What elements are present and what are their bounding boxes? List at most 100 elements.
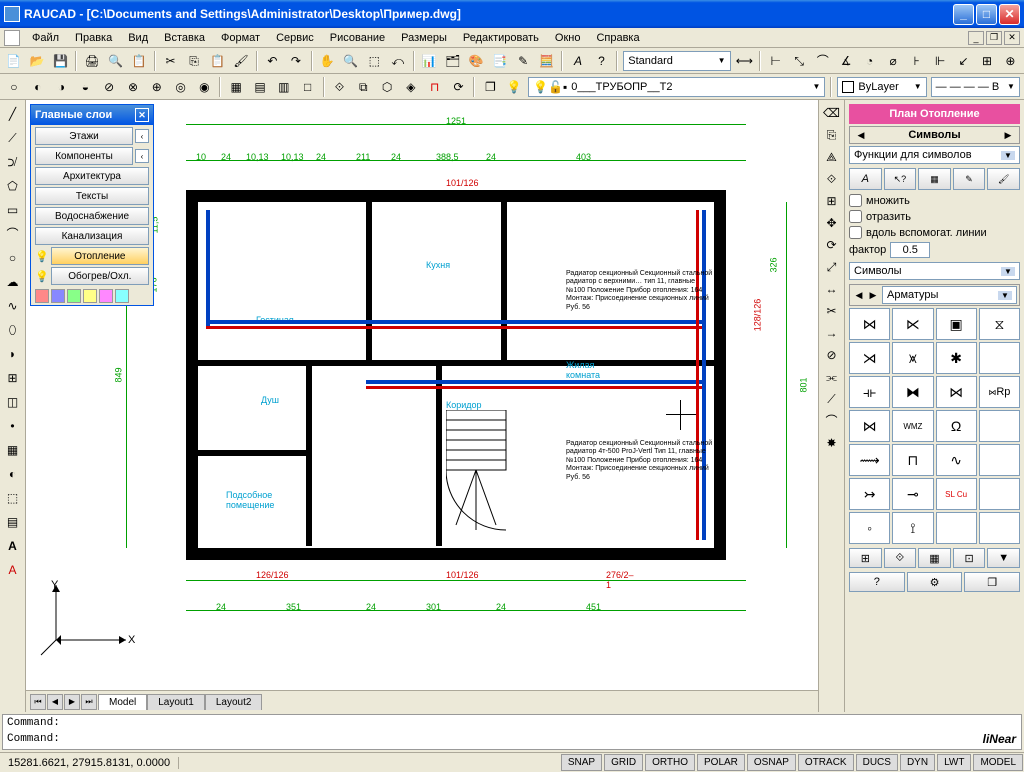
menu-window[interactable]: Окно [547, 30, 589, 46]
move-icon[interactable]: ✥ [821, 212, 843, 234]
xline-icon[interactable]: ⟋ [2, 127, 24, 149]
layer-floors-toggle[interactable]: ‹ [135, 129, 149, 143]
dim-leader-icon[interactable]: ↙ [953, 50, 974, 72]
functions-dropdown[interactable]: Функции для символов▼ [849, 146, 1020, 164]
mdi-close-button[interactable]: ✕ [1004, 31, 1020, 45]
layers-palette-close-icon[interactable]: ✕ [135, 108, 149, 122]
tab-layout2[interactable]: Layout2 [205, 694, 263, 710]
offset-icon[interactable]: ⟐ [821, 168, 843, 190]
symbol-valve-9[interactable]: ⟛ [849, 376, 890, 408]
dim-arc-icon[interactable]: ⌒ [812, 50, 833, 72]
draw-6-icon[interactable]: ⊗ [122, 76, 144, 98]
zoom-rt-icon[interactable]: 🔍 [340, 50, 361, 72]
rectangle-icon[interactable]: ▭ [2, 199, 24, 221]
calc-icon[interactable]: 🧮 [536, 50, 557, 72]
func-btn-cursor[interactable]: ↖? [884, 168, 917, 190]
copy2-icon[interactable]: ⎘ [821, 124, 843, 146]
menu-modify[interactable]: Редактировать [455, 30, 547, 46]
rotate-icon[interactable]: ⟳ [821, 234, 843, 256]
ellipse-arc-icon[interactable]: ◗ [2, 343, 24, 365]
layer-mgr-icon[interactable]: ❐ [479, 76, 501, 98]
magnet-icon[interactable]: ⊓ [424, 76, 446, 98]
paste-icon[interactable]: 📋 [207, 50, 228, 72]
circle-icon[interactable]: ○ [2, 247, 24, 269]
hatch-icon[interactable]: ▦ [2, 439, 24, 461]
zoom-win-icon[interactable]: ⬚ [364, 50, 385, 72]
join-icon[interactable]: ⫘ [821, 366, 843, 388]
toggle-lwt[interactable]: LWT [937, 754, 971, 771]
layer-swatch-2[interactable] [51, 289, 65, 303]
layer-hvac[interactable]: Обогрев/Охл. [51, 267, 149, 285]
symbol-valve-10[interactable]: ⧓ [892, 376, 933, 408]
panel-btn-5[interactable]: ▼ [987, 548, 1020, 568]
chk-mirror[interactable] [849, 210, 862, 223]
symbol-valve-20[interactable] [979, 444, 1020, 476]
dim-continue-icon[interactable]: ⊦ [906, 50, 927, 72]
func-btn-pencil[interactable]: ✎ [953, 168, 986, 190]
toggle-grid[interactable]: GRID [604, 754, 643, 771]
help-icon[interactable]: ? [591, 50, 612, 72]
tab-layout1[interactable]: Layout1 [147, 694, 205, 710]
panel-btn-3[interactable]: ▦ [918, 548, 951, 568]
linetype-combo[interactable]: — — — — B ▼ [931, 77, 1020, 97]
tab-nav-first-icon[interactable]: ⏮ [30, 694, 46, 710]
layer-heating[interactable]: Отопление [51, 247, 149, 265]
scale-icon[interactable]: ⤢ [821, 256, 843, 278]
menu-view[interactable]: Вид [120, 30, 156, 46]
copy-icon[interactable]: ⎘ [183, 50, 204, 72]
new-icon[interactable]: 📄 [3, 50, 24, 72]
symbol-valve-11[interactable]: ⋈ [936, 376, 977, 408]
tab-model[interactable]: Model [98, 694, 147, 710]
toggle-ortho[interactable]: ORTHO [645, 754, 695, 771]
symbol-valve-23[interactable]: SL Cu [936, 478, 977, 510]
toggle-snap[interactable]: SNAP [561, 754, 602, 771]
toggle-model[interactable]: MODEL [973, 754, 1023, 771]
symbol-valve-13[interactable]: ⋈ [849, 410, 890, 442]
layer-architecture[interactable]: Архитектура [35, 167, 149, 185]
toggle-otrack[interactable]: OTRACK [798, 754, 854, 771]
minimize-button[interactable]: _ [953, 4, 974, 25]
dtext-icon[interactable]: A [2, 559, 24, 581]
layer-combo[interactable]: 💡🔓▪ 0___ТРУБОПР__Т2 ▼ [528, 77, 825, 97]
arc-icon[interactable]: ⌒ [2, 223, 24, 245]
dim-radius-icon[interactable]: ◔ [859, 50, 880, 72]
modify-6-icon[interactable]: ⧉ [352, 76, 374, 98]
menu-edit[interactable]: Правка [67, 30, 120, 46]
layer-texts[interactable]: Тексты [35, 187, 149, 205]
armature-dropdown[interactable]: Арматуры▼ [882, 286, 1017, 304]
menu-service[interactable]: Сервис [268, 30, 322, 46]
modify-9-icon[interactable]: ⟳ [448, 76, 470, 98]
symbol-valve-22[interactable]: ⊸ [892, 478, 933, 510]
ellipse-icon[interactable]: ⬯ [2, 319, 24, 341]
symbol-valve-15[interactable]: Ω [936, 410, 977, 442]
dim-aligned-icon[interactable]: ⤡ [789, 50, 810, 72]
symbol-valve-3[interactable]: ▣ [936, 308, 977, 340]
layer-swatch-1[interactable] [35, 289, 49, 303]
layer-sewer[interactable]: Канализация [35, 227, 149, 245]
modify-5-icon[interactable]: ⟐ [329, 76, 351, 98]
tool-palettes-icon[interactable]: 🎨 [465, 50, 486, 72]
match-icon[interactable]: 🖌 [230, 50, 251, 72]
designcenter-icon[interactable]: 🗂 [442, 50, 463, 72]
symbol-valve-17[interactable]: ⟿ [849, 444, 890, 476]
panel-settings-button[interactable]: ⚙ [907, 572, 963, 592]
draw-4-icon[interactable]: ◒ [74, 76, 96, 98]
point-icon[interactable]: • [2, 415, 24, 437]
break-icon[interactable]: ⊘ [821, 344, 843, 366]
draw-2-icon[interactable]: ◐ [27, 76, 49, 98]
symbol-valve-4[interactable]: ⧖ [979, 308, 1020, 340]
region-icon[interactable]: ⬚ [2, 487, 24, 509]
symbol-valve-28[interactable] [979, 512, 1020, 544]
publish-icon[interactable]: 📋 [128, 50, 149, 72]
symbol-valve-14[interactable]: WMZ [892, 410, 933, 442]
text-style-icon[interactable]: A [567, 50, 588, 72]
pan-icon[interactable]: ✋ [317, 50, 338, 72]
close-button[interactable]: ✕ [999, 4, 1020, 25]
symbol-valve-8[interactable] [979, 342, 1020, 374]
section-next-icon[interactable]: ▶ [1001, 130, 1015, 141]
menu-help[interactable]: Справка [588, 30, 647, 46]
table-icon[interactable]: ▤ [2, 511, 24, 533]
tab-nav-next-icon[interactable]: ▶ [64, 694, 80, 710]
insert-block-icon[interactable]: ⊞ [2, 367, 24, 389]
make-block-icon[interactable]: ◫ [2, 391, 24, 413]
